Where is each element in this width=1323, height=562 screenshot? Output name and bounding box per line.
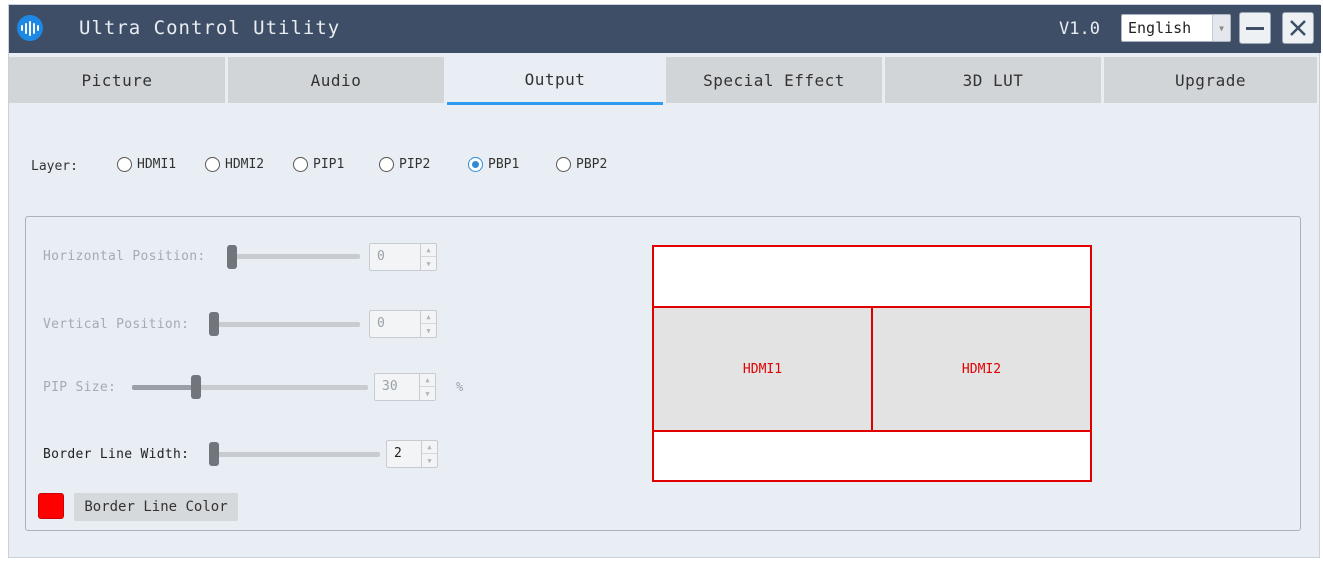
tab-picture[interactable]: Picture bbox=[9, 57, 225, 103]
app-window: Ultra Control Utility V1.0 English ▼ Pic… bbox=[8, 4, 1321, 558]
tab-audio[interactable]: Audio bbox=[228, 57, 444, 103]
radio-label: PIP2 bbox=[399, 157, 431, 172]
layer-selector: Layer: HDMI1 HDMI2 PIP1 PIP2 PBP1 PBP2 bbox=[31, 155, 731, 179]
spin-value: 30 bbox=[382, 379, 398, 394]
radio-button[interactable] bbox=[117, 157, 132, 172]
radio-label: PBP2 bbox=[576, 157, 608, 172]
vertical-position-spinbox[interactable]: 0 ▲ ▼ bbox=[369, 310, 437, 338]
slider-handle[interactable] bbox=[227, 245, 237, 269]
slider-handle[interactable] bbox=[191, 375, 201, 399]
slider-fill bbox=[132, 385, 195, 390]
layer-radio-pbp2[interactable]: PBP2 bbox=[556, 157, 607, 172]
radio-label: PBP1 bbox=[488, 157, 520, 172]
layer-radio-pip1[interactable]: PIP1 bbox=[293, 157, 344, 172]
tab-bar: Picture Audio Output Special Effect 3D L… bbox=[9, 57, 1321, 105]
spin-arrows[interactable]: ▲ ▼ bbox=[419, 374, 435, 400]
output-settings-group: Horizontal Position: 0 ▲ ▼ Vertical Posi… bbox=[25, 216, 1301, 531]
vertical-position-label: Vertical Position: bbox=[43, 317, 190, 332]
spin-down-icon[interactable]: ▼ bbox=[420, 387, 435, 400]
layer-radio-hdmi2[interactable]: HDMI2 bbox=[205, 157, 264, 172]
pip-size-label: PIP Size: bbox=[43, 380, 117, 395]
spin-up-icon[interactable]: ▲ bbox=[420, 374, 435, 387]
spin-down-icon[interactable]: ▼ bbox=[422, 454, 437, 467]
layer-radio-pip2[interactable]: PIP2 bbox=[379, 157, 430, 172]
pip-size-spinbox[interactable]: 30 ▲ ▼ bbox=[374, 373, 436, 401]
radio-button[interactable] bbox=[205, 157, 220, 172]
tab-3d-lut[interactable]: 3D LUT bbox=[885, 57, 1101, 103]
pip-size-slider[interactable] bbox=[132, 385, 368, 390]
border-line-width-slider[interactable] bbox=[212, 452, 380, 457]
pip-size-unit: % bbox=[456, 380, 464, 394]
horizontal-position-slider[interactable] bbox=[230, 254, 360, 259]
spin-arrows[interactable]: ▲ ▼ bbox=[420, 311, 436, 337]
tab-upgrade[interactable]: Upgrade bbox=[1104, 57, 1317, 103]
preview-pane-hdmi1: HDMI1 bbox=[654, 308, 873, 432]
border-line-width-label: Border Line Width: bbox=[43, 447, 190, 462]
tab-special-effect[interactable]: Special Effect bbox=[666, 57, 882, 103]
border-color-swatch[interactable] bbox=[38, 493, 64, 519]
radio-button[interactable] bbox=[379, 157, 394, 172]
spin-up-icon[interactable]: ▲ bbox=[421, 244, 436, 257]
slider-handle[interactable] bbox=[209, 312, 219, 336]
language-select[interactable]: English ▼ bbox=[1121, 14, 1231, 42]
spin-arrows[interactable]: ▲ ▼ bbox=[421, 441, 437, 467]
layer-label: Layer: bbox=[31, 159, 78, 174]
horizontal-position-label: Horizontal Position: bbox=[43, 249, 206, 264]
version-label: V1.0 bbox=[1059, 19, 1100, 39]
title-bar[interactable]: Ultra Control Utility V1.0 English ▼ bbox=[9, 5, 1321, 53]
spin-down-icon[interactable]: ▼ bbox=[421, 257, 436, 270]
spin-value: 0 bbox=[377, 249, 385, 264]
tab-output[interactable]: Output bbox=[447, 57, 663, 105]
border-line-color-button[interactable]: Border Line Color bbox=[74, 493, 238, 521]
language-selected-value: English bbox=[1128, 19, 1192, 37]
spin-up-icon[interactable]: ▲ bbox=[421, 311, 436, 324]
spin-arrows[interactable]: ▲ ▼ bbox=[420, 244, 436, 270]
spin-down-icon[interactable]: ▼ bbox=[421, 324, 436, 337]
radio-label: HDMI1 bbox=[137, 157, 177, 172]
spin-value: 0 bbox=[377, 316, 385, 331]
preview-top-area bbox=[654, 247, 1090, 308]
pane-label: HDMI2 bbox=[961, 361, 1002, 377]
sound-wave-icon bbox=[17, 15, 43, 41]
radio-button[interactable] bbox=[293, 157, 308, 172]
close-button[interactable] bbox=[1282, 12, 1314, 44]
minimize-icon bbox=[1246, 26, 1264, 30]
close-icon bbox=[1290, 20, 1306, 36]
pane-label: HDMI1 bbox=[742, 361, 783, 377]
layer-radio-hdmi1[interactable]: HDMI1 bbox=[117, 157, 176, 172]
radio-label: HDMI2 bbox=[225, 157, 265, 172]
minimize-button[interactable] bbox=[1239, 12, 1271, 44]
spin-up-icon[interactable]: ▲ bbox=[422, 441, 437, 454]
layout-preview: HDMI1 HDMI2 bbox=[652, 245, 1092, 482]
border-line-width-spinbox[interactable]: 2 ▲ ▼ bbox=[386, 440, 438, 468]
radio-label: PIP1 bbox=[313, 157, 345, 172]
layer-radio-pbp1[interactable]: PBP1 bbox=[468, 157, 519, 172]
spin-value: 2 bbox=[394, 446, 402, 461]
vertical-position-slider[interactable] bbox=[212, 322, 360, 327]
chevron-down-icon[interactable]: ▼ bbox=[1212, 15, 1230, 41]
radio-button[interactable] bbox=[556, 157, 571, 172]
window-title: Ultra Control Utility bbox=[79, 17, 341, 39]
radio-button-checked[interactable] bbox=[468, 157, 483, 172]
preview-pane-hdmi2: HDMI2 bbox=[873, 308, 1090, 432]
slider-handle[interactable] bbox=[209, 442, 219, 466]
horizontal-position-spinbox[interactable]: 0 ▲ ▼ bbox=[369, 243, 437, 271]
